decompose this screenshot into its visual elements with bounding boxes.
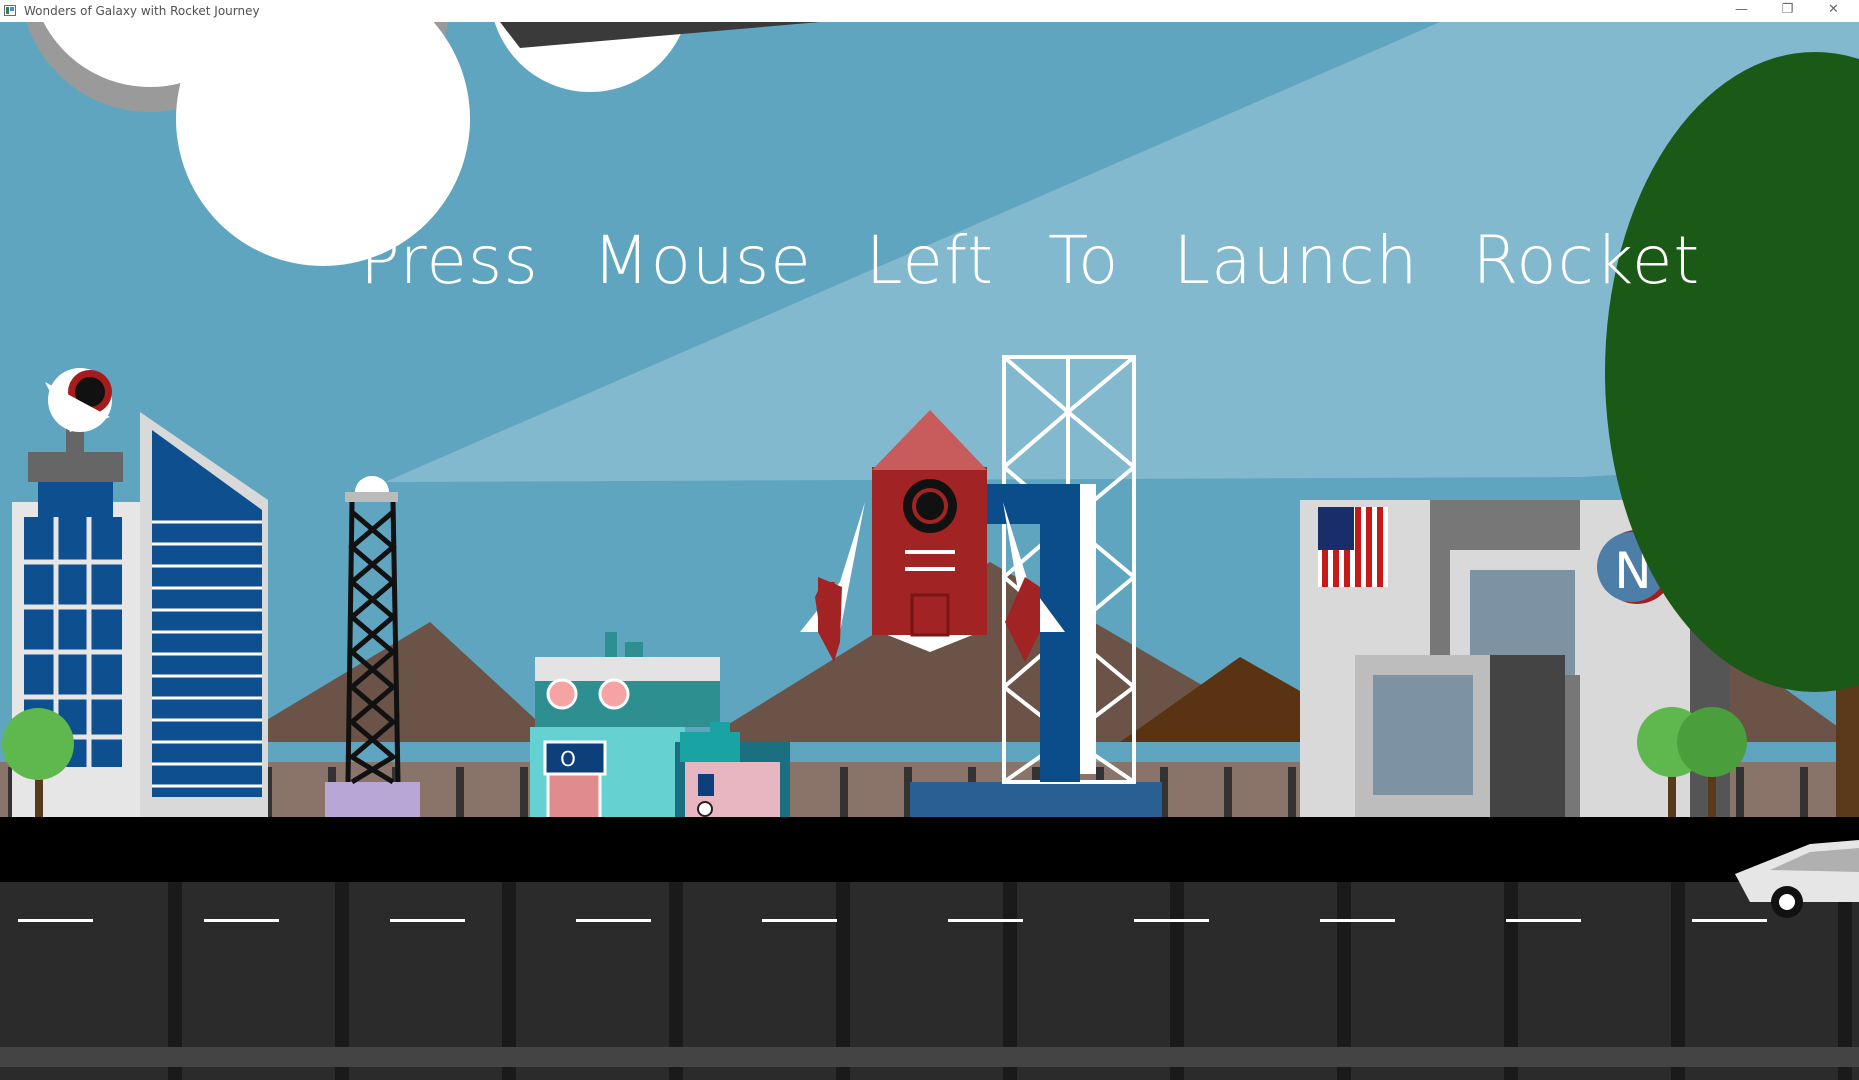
- title-bar[interactable]: Wonders of Galaxy with Rocket Journey — …: [0, 0, 1859, 22]
- curb: [0, 1047, 1859, 1067]
- lane-mark: [1320, 919, 1395, 922]
- minimize-button[interactable]: —: [1719, 0, 1764, 22]
- store-sign: O: [560, 747, 576, 771]
- fence-post: [1736, 767, 1744, 817]
- lane-mark: [762, 919, 837, 922]
- lane-mark: [1506, 919, 1581, 922]
- fence-post: [1288, 767, 1296, 817]
- maximize-button[interactable]: ❐: [1765, 0, 1810, 22]
- lane-mark: [18, 919, 93, 922]
- us-flag: [1318, 507, 1388, 587]
- window-title: Wonders of Galaxy with Rocket Journey: [24, 4, 260, 18]
- game-window: Wonders of Galaxy with Rocket Journey — …: [0, 0, 1859, 1080]
- launch-prompt: Press Mouse Left To Launch Rocket: [360, 222, 1701, 299]
- lane-mark: [1134, 919, 1209, 922]
- scene-illustration: O N: [0, 22, 1859, 1080]
- fence-post: [1800, 767, 1808, 817]
- road-edge: [0, 817, 1859, 882]
- fence-post: [520, 767, 528, 817]
- fence-post: [456, 767, 464, 817]
- lane-mark: [390, 919, 465, 922]
- lane-mark: [948, 919, 1023, 922]
- robot: [697, 801, 713, 817]
- lane-mark: [204, 919, 279, 922]
- lane-mark: [576, 919, 651, 922]
- app-icon: [4, 5, 16, 16]
- close-button[interactable]: ✕: [1811, 0, 1856, 22]
- game-canvas[interactable]: O N Press Mouse Left To Launch Rocket: [0, 22, 1859, 1080]
- lane-mark: [1692, 919, 1767, 922]
- fence-post: [840, 767, 848, 817]
- fence-post: [1224, 767, 1232, 817]
